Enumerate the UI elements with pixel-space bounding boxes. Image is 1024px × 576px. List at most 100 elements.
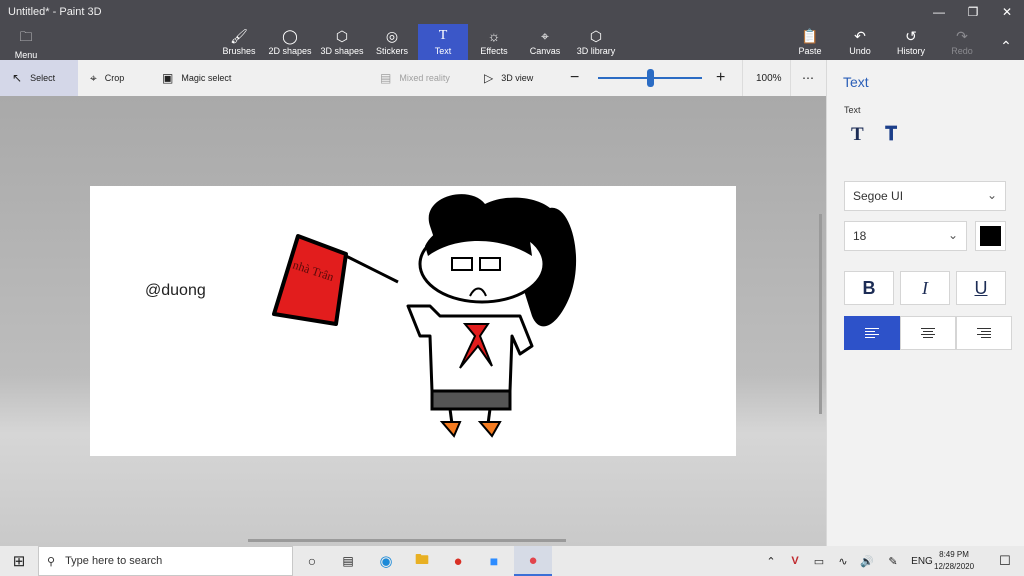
align-right-icon [977, 328, 991, 338]
antivirus-tray-icon[interactable]: V [786, 546, 804, 576]
3d-library-button[interactable]: ⬡ 3D library [574, 24, 618, 60]
window-controls: — ❐ ✕ [922, 0, 1024, 24]
align-center-icon [921, 328, 935, 338]
search-icon: ⚲ [47, 555, 56, 568]
menu-button[interactable]: 🗀 Menu [6, 28, 46, 60]
chrome-icon[interactable]: ● [444, 546, 472, 576]
3d-view-button[interactable]: ▷ 3D view [484, 60, 533, 96]
canvas-text[interactable]: @duong [145, 282, 206, 300]
clock-date: 12/28/2020 [934, 562, 975, 571]
3d-view-icon: ▷ [484, 71, 494, 85]
system-clock[interactable]: 8:49 PM 12/28/2020 [934, 549, 974, 573]
library-icon: ⬡ [589, 28, 603, 44]
toolbar-divider [742, 60, 743, 96]
italic-button[interactable]: I [900, 271, 950, 305]
underline-button[interactable]: U [956, 271, 1006, 305]
text-color-picker[interactable] [975, 221, 1006, 251]
brushes-button[interactable]: 🖌 Brushes [222, 24, 256, 60]
3d-text-icon[interactable]: 𝐓 [885, 124, 897, 146]
horizontal-scrollbar[interactable] [248, 539, 566, 542]
history-button[interactable]: ↺ History [895, 24, 927, 60]
folder-icon: 🗀 [19, 29, 33, 44]
text-tab-button[interactable]: T Text [418, 24, 468, 60]
2d-text-icon[interactable]: T [851, 124, 864, 146]
paste-label: Paste [798, 46, 822, 56]
zoom-out-button[interactable]: − [570, 60, 579, 96]
redo-label: Redo [951, 46, 973, 56]
battery-icon[interactable]: ▭ [810, 546, 828, 576]
file-explorer-icon[interactable]: 🖿 [408, 546, 436, 576]
canvas-button[interactable]: ⌖ Canvas [528, 24, 562, 60]
panel-title: Text [843, 74, 869, 90]
pen-icon[interactable]: ✎ [884, 546, 902, 576]
magic-select-tool[interactable]: ▣ Magic select [162, 60, 231, 96]
3d-view-label: 3D view [501, 73, 534, 83]
vertical-scrollbar[interactable] [819, 214, 822, 414]
align-right-button[interactable] [956, 316, 1012, 350]
stickers-button[interactable]: ◎ Stickers [374, 24, 410, 60]
taskbar-search[interactable]: ⚲ Type here to search [38, 546, 293, 576]
search-placeholder: Type here to search [65, 555, 163, 567]
2d-shapes-button[interactable]: ◯ 2D shapes [268, 24, 312, 60]
redo-button[interactable]: ↷ Redo [950, 24, 974, 60]
wifi-icon[interactable]: ∿ [834, 546, 852, 576]
cube-icon: ⬡ [335, 28, 349, 44]
chevron-up-icon[interactable]: ⌃ [762, 546, 780, 576]
effects-label: Effects [480, 46, 508, 56]
notifications-icon[interactable]: ☐ [992, 546, 1018, 576]
color-swatch [980, 226, 1001, 246]
workspace: @duong nhà Trân [0, 96, 826, 546]
stickers-label: Stickers [375, 46, 408, 56]
bold-button[interactable]: B [844, 271, 894, 305]
more-options-button[interactable]: ⋯ [802, 60, 814, 96]
text-label: Text [434, 46, 452, 56]
font-size-value: 18 [853, 229, 867, 243]
mixed-reality-label: Mixed reality [399, 73, 450, 83]
font-family-select[interactable]: Segoe UI ⌄ [844, 181, 1006, 211]
select-label: Select [30, 73, 56, 83]
select-tool[interactable]: ↖ Select [0, 60, 78, 96]
text-icon: T [438, 28, 448, 43]
mixed-reality-button[interactable]: ▤ Mixed reality [380, 60, 450, 96]
girl-with-flag-drawing: nhà Trân [272, 194, 577, 438]
paint-3d-taskbar-icon[interactable]: ● [514, 546, 552, 576]
align-left-button[interactable] [844, 316, 900, 350]
2d-shapes-label: 2D shapes [268, 46, 312, 56]
toolbar-divider [790, 60, 791, 96]
task-view-icon[interactable]: ▤ [336, 546, 360, 576]
3d-shapes-button[interactable]: ⬡ 3D shapes [320, 24, 364, 60]
undo-button[interactable]: ↶ Undo [846, 24, 874, 60]
mixed-reality-icon: ▤ [380, 71, 392, 85]
brush-icon: 🖌 [230, 28, 248, 44]
taskbar: ⊞ ⚲ Type here to search ○ ▤ ◉ 🖿 ● ■ ● ⌃ … [0, 546, 1024, 576]
zoom-level: 100% [756, 72, 782, 84]
crop-tool[interactable]: ⌖ Crop [90, 60, 124, 96]
collapse-ribbon-button[interactable]: ⌃ [994, 24, 1018, 60]
history-icon: ↺ [905, 28, 917, 44]
drawing-canvas[interactable]: @duong nhà Trân [90, 186, 736, 456]
align-center-button[interactable] [900, 316, 956, 350]
align-left-icon [865, 328, 879, 338]
close-button[interactable]: ✕ [990, 0, 1024, 24]
volume-icon[interactable]: 🔊 [858, 546, 876, 576]
history-label: History [896, 46, 925, 56]
sun-icon: ☼ [487, 28, 501, 44]
effects-button[interactable]: ☼ Effects [478, 24, 510, 60]
undo-icon: ↶ [854, 28, 866, 44]
minimize-button[interactable]: — [922, 0, 956, 24]
3d-library-label: 3D library [576, 46, 616, 56]
redo-icon: ↷ [956, 28, 968, 44]
zoom-in-button[interactable]: + [716, 60, 725, 96]
title-ribbon-bar: Untitled* - Paint 3D — ❐ ✕ 🗀 Menu 🖌 Brush… [0, 0, 1024, 60]
paste-button[interactable]: 📋 Paste [796, 24, 824, 60]
language-indicator[interactable]: ENG [910, 546, 934, 576]
panel-section-label: Text [844, 105, 861, 115]
clock-time: 8:49 PM [939, 550, 969, 559]
edge-icon[interactable]: ◉ [372, 546, 400, 576]
maximize-button[interactable]: ❐ [956, 0, 990, 24]
zoom-icon[interactable]: ■ [480, 546, 508, 576]
cortana-icon[interactable]: ○ [300, 546, 324, 576]
start-button[interactable]: ⊞ [0, 546, 38, 576]
zoom-slider-thumb[interactable] [647, 69, 654, 87]
font-size-select[interactable]: 18 ⌄ [844, 221, 967, 251]
